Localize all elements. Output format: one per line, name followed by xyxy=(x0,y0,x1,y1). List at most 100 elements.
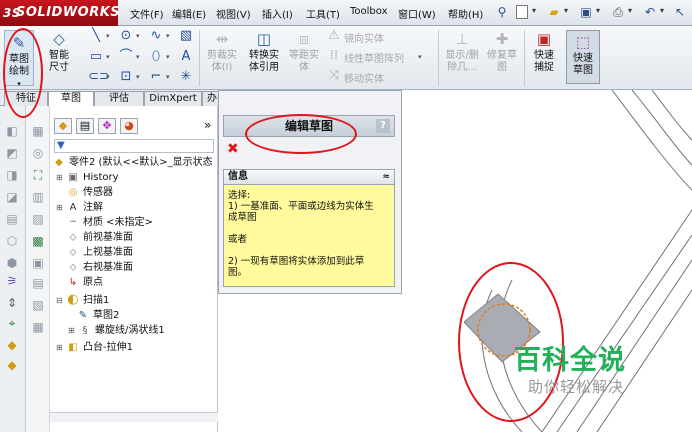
circle-icon[interactable]: ⊙ xyxy=(118,28,134,44)
menu-tools[interactable]: 工具(T) xyxy=(306,6,340,21)
expand-plus-icon[interactable]: ⊞ xyxy=(56,170,66,185)
display-delete-relations-button[interactable]: ⊥ 显示/删除几... xyxy=(442,30,482,74)
slot-icon[interactable]: ⊂⊃ xyxy=(88,69,110,85)
intersect-icon[interactable]: ▦ xyxy=(30,320,46,334)
chevron-down-icon[interactable]: ▾ xyxy=(564,6,568,15)
menu-view[interactable]: 视图(V) xyxy=(216,6,251,21)
expand-plus-icon[interactable]: ⊞ xyxy=(56,340,66,355)
chevron-down-icon[interactable]: ▾ xyxy=(596,6,600,15)
text-icon[interactable]: A xyxy=(178,49,194,65)
spline-icon[interactable]: ∿ xyxy=(148,28,164,44)
linear-pattern-feature-icon[interactable]: ▩ xyxy=(30,234,46,248)
collapse-icon[interactable]: ≈ xyxy=(382,170,390,184)
tree-item-top-plane[interactable]: ⬦ 上视基准面 xyxy=(66,245,134,260)
chevron-down-icon[interactable]: ▾ xyxy=(166,73,170,81)
chevron-down-icon[interactable]: ▾ xyxy=(628,6,632,15)
tree-item-annotations[interactable]: ⊞ A 注解 xyxy=(56,200,103,215)
offset-entities-button[interactable]: ⧈ 等距实体 xyxy=(286,30,322,74)
extrude-boss-icon[interactable]: ◧ xyxy=(4,124,20,138)
loft-boss-icon[interactable]: ◪ xyxy=(4,190,20,204)
tree-item-helix1[interactable]: ⊞ § 螺旋线/涡状线1 xyxy=(68,323,165,338)
tree-item-right-plane[interactable]: ⬦ 右视基准面 xyxy=(66,260,134,275)
configuration-tab-icon[interactable]: ✥ xyxy=(98,118,116,134)
polygon-icon[interactable]: ⊡ xyxy=(118,69,134,85)
property-manager-tab-icon[interactable]: ▤ xyxy=(76,118,94,134)
menu-insert[interactable]: 插入(I) xyxy=(262,6,293,21)
chevron-down-icon[interactable]: ▾ xyxy=(418,53,422,61)
chevron-down-icon[interactable]: ▾ xyxy=(532,6,536,15)
draft-icon[interactable]: ▨ xyxy=(30,212,46,226)
mirror-entities-button[interactable]: 镜向实体 xyxy=(344,30,384,45)
rapid-sketch-button[interactable]: ⬚ 快速草图 xyxy=(566,30,600,84)
line-icon[interactable]: ╲ xyxy=(88,28,104,44)
move-entities-button[interactable]: 移动实体 xyxy=(344,70,384,85)
print-icon[interactable]: ⎙ xyxy=(610,4,626,20)
help-icon[interactable]: ? xyxy=(376,119,390,133)
pin-icon[interactable]: ⚲ xyxy=(494,4,510,20)
tree-item-sensors[interactable]: ◎ 传感器 xyxy=(66,185,113,200)
chevron-down-icon[interactable]: ▾ xyxy=(136,32,140,40)
tree-item-front-plane[interactable]: ⬦ 前视基准面 xyxy=(66,230,134,245)
tree-item-boss-extrude1[interactable]: ⊞ ◧ 凸台-拉伸1 xyxy=(56,340,133,355)
chevron-down-icon[interactable]: ▾ xyxy=(106,53,110,61)
hole-wizard-icon[interactable]: ◎ xyxy=(30,146,46,160)
rib-icon[interactable]: ⬢ xyxy=(4,256,20,270)
chevron-down-icon[interactable]: ▾ xyxy=(660,6,664,15)
undo-icon[interactable]: ↶ xyxy=(642,4,658,20)
ellipse-icon[interactable]: ⬯ xyxy=(148,49,164,65)
tree-filter-field[interactable]: ▼ xyxy=(54,139,214,153)
axis-icon[interactable]: ⇕ xyxy=(4,296,20,310)
surface-icon[interactable]: ▧ xyxy=(178,28,194,44)
chevron-down-icon[interactable]: ▾ xyxy=(136,53,140,61)
tree-item-sketch2[interactable]: ✎ 草图2 xyxy=(76,308,120,323)
trim-button[interactable]: ⇹ 剪裁实体(I) xyxy=(202,30,242,74)
arc-icon[interactable]: ⌒ xyxy=(118,49,134,65)
menu-edit[interactable]: 编辑(E) xyxy=(172,6,206,21)
menu-toolbox[interactable]: Toolbox xyxy=(350,6,388,17)
cut-loft-icon[interactable]: ▥ xyxy=(30,190,46,204)
horizontal-scrollbar[interactable] xyxy=(50,412,218,422)
expand-plus-icon[interactable]: ⊞ xyxy=(56,200,66,215)
fillet-icon[interactable]: ⌐ xyxy=(148,69,164,85)
chevron-down-icon[interactable]: ▾ xyxy=(106,32,110,40)
split-line-icon[interactable]: ▧ xyxy=(30,298,46,312)
tree-item-sweep1[interactable]: ⊟ ◐ 扫描1 xyxy=(56,292,109,307)
chevron-down-icon[interactable]: ▾ xyxy=(106,73,110,81)
solidworks-logo[interactable]: 3S SOLIDWORKS xyxy=(0,0,120,26)
pointer-icon[interactable]: ↖ xyxy=(672,4,688,20)
quick-snaps-button[interactable]: ▣ 快速捕捉 xyxy=(528,30,560,74)
tree-root-part[interactable]: ◆ 零件2 (默认<<默认>_显示状态 xyxy=(52,155,212,170)
chevron-down-icon[interactable]: ▾ xyxy=(166,53,170,61)
menu-help[interactable]: 帮助(H) xyxy=(448,6,483,21)
cancel-icon[interactable]: ✖ xyxy=(227,141,239,157)
boundary-boss-icon[interactable]: ▤ xyxy=(4,212,20,226)
cut-sweep-icon[interactable]: ⛶ xyxy=(30,168,46,182)
convert-entities-button[interactable]: ◫ 转换实体引用 xyxy=(244,30,284,74)
wrap-icon[interactable]: ▣ xyxy=(30,256,46,270)
tree-item-origin[interactable]: ↳ 原点 xyxy=(66,275,103,290)
info-panel-header[interactable]: 信息 ≈ xyxy=(224,170,394,185)
tab-sketch[interactable]: 草图 xyxy=(48,91,94,106)
instant3d-icon[interactable]: ⌖ xyxy=(4,316,20,330)
collapse-minus-icon[interactable]: ⊟ xyxy=(56,293,66,308)
tree-item-material[interactable]: ⵈ 材质 <未指定> xyxy=(66,215,153,230)
expand-plus-icon[interactable]: ⊞ xyxy=(68,323,78,338)
chevron-down-icon[interactable]: ▾ xyxy=(136,73,140,81)
rectangle-icon[interactable]: ▭ xyxy=(88,49,104,65)
point-icon[interactable]: ✳ xyxy=(178,69,194,85)
expand-panel-icon[interactable]: » xyxy=(204,118,211,132)
cut-extrude-icon[interactable]: ▦ xyxy=(30,124,46,138)
tree-item-history[interactable]: ⊞ ▣ History xyxy=(56,170,119,185)
chevron-down-icon[interactable]: ▾ xyxy=(166,32,170,40)
reference-geometry-icon[interactable]: ⚞ xyxy=(4,274,20,288)
menu-window[interactable]: 窗口(W) xyxy=(398,6,436,21)
revolve-boss-icon[interactable]: ◩ xyxy=(4,146,20,160)
smart-dimension-button[interactable]: ◇ 智能尺寸 xyxy=(38,30,80,74)
mirror-feature-icon[interactable]: ◆ xyxy=(4,358,20,372)
new-document-icon[interactable] xyxy=(516,5,528,19)
tab-evaluate[interactable]: 评估 xyxy=(94,91,144,106)
dome-icon[interactable]: ▤ xyxy=(30,276,46,290)
display-manager-tab-icon[interactable]: ◕ xyxy=(120,118,138,134)
tab-dimxpert[interactable]: DimXpert xyxy=(144,91,202,106)
save-icon[interactable]: ▣ xyxy=(578,4,594,20)
